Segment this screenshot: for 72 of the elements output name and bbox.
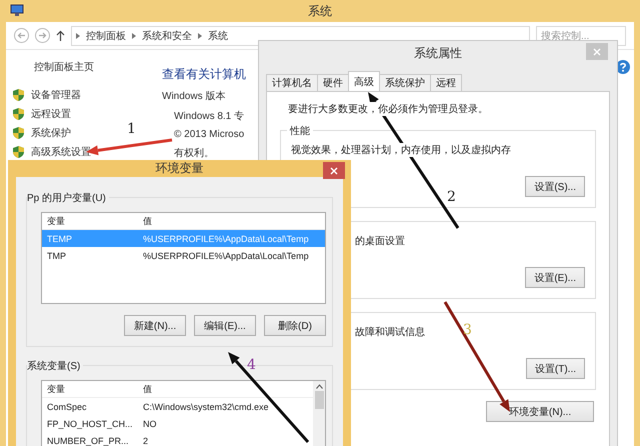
- shield-icon: [12, 107, 25, 121]
- settings-button[interactable]: 设置(T)...: [526, 358, 585, 379]
- list-row[interactable]: TMP %USERPROFILE%\AppData\Local\Temp: [42, 247, 325, 264]
- group-label: Pp 的用户变量(U): [27, 191, 109, 205]
- variable-name: TEMP: [47, 234, 72, 244]
- up-arrow-icon[interactable]: [56, 30, 65, 41]
- settings-button[interactable]: 设置(E)...: [525, 267, 585, 288]
- step-number: 4: [247, 357, 256, 373]
- sidebar-link[interactable]: 设备管理器: [31, 88, 81, 102]
- group-label: 性能: [287, 124, 313, 138]
- variable-value: %USERPROFILE%\AppData\Local\Temp: [143, 234, 309, 244]
- variable-value: C:\Windows\system32\cmd.exe: [143, 402, 269, 412]
- sidebar-link[interactable]: 控制面板主页: [12, 60, 156, 74]
- list-row[interactable]: NUMBER_OF_PR... 2: [42, 432, 313, 446]
- shield-icon: [12, 126, 25, 140]
- chevron-icon: [76, 32, 80, 38]
- close-icon[interactable]: [330, 166, 338, 174]
- chevron-icon: [132, 32, 136, 38]
- column-header[interactable]: 值: [143, 382, 152, 396]
- list-row[interactable]: ComSpec C:\Windows\system32\cmd.exe: [42, 398, 313, 415]
- variable-name: ComSpec: [47, 402, 87, 412]
- scrollbar[interactable]: [313, 381, 325, 446]
- environment-variables-button[interactable]: 环境变量(N)...: [486, 401, 594, 422]
- scroll-thumb[interactable]: [314, 391, 324, 409]
- variable-value: %USERPROFILE%\AppData\Local\Temp: [143, 250, 309, 260]
- action-button[interactable]: 新建(N)...: [124, 315, 186, 336]
- tab[interactable]: 硬件: [317, 74, 349, 92]
- breadcrumb-item[interactable]: 系统和安全: [142, 28, 192, 42]
- column-header[interactable]: 变量: [47, 382, 65, 396]
- breadcrumb-item[interactable]: 控制面板: [86, 28, 126, 42]
- variable-name: TMP: [47, 250, 66, 260]
- breadcrumb-item[interactable]: 系统: [208, 28, 228, 42]
- group-description: 的桌面设置: [355, 234, 405, 248]
- tab[interactable]: 系统保护: [379, 74, 431, 92]
- column-header[interactable]: 值: [143, 214, 152, 228]
- action-button[interactable]: 删除(D): [264, 315, 326, 336]
- info-text: Windows 8.1 专: [174, 110, 244, 123]
- step-number: 3: [463, 322, 472, 338]
- sidebar-link[interactable]: 远程设置: [31, 107, 71, 121]
- section-title: Windows 版本: [162, 90, 226, 103]
- page-heading: 查看有关计算机: [162, 66, 246, 83]
- settings-button[interactable]: 设置(S)...: [525, 176, 585, 197]
- dialog-title: 环境变量: [156, 160, 204, 177]
- variable-name: FP_NO_HOST_CH...: [47, 418, 133, 428]
- computer-icon: [10, 4, 24, 17]
- group-description: 故障和调试信息: [355, 325, 425, 339]
- forward-icon[interactable]: [35, 28, 50, 43]
- variable-value: NO: [143, 418, 156, 428]
- sidebar-link[interactable]: 高级系统设置: [31, 145, 91, 159]
- group-label: 系统变量(S): [27, 359, 84, 373]
- info-text: © 2013 Microso: [174, 129, 244, 140]
- info-text: 有权利。: [174, 146, 214, 160]
- variable-name: NUMBER_OF_PR...: [47, 436, 129, 446]
- window-title: 系统: [308, 2, 332, 20]
- column-header[interactable]: 变量: [47, 214, 65, 228]
- scroll-up-icon[interactable]: [316, 384, 322, 389]
- tab[interactable]: 高级: [348, 71, 380, 92]
- chevron-icon: [198, 32, 202, 38]
- tab[interactable]: 计算机名: [266, 74, 318, 92]
- dialog-title: 系统属性: [414, 44, 462, 62]
- sidebar-link[interactable]: 系统保护: [31, 126, 71, 140]
- close-button[interactable]: [323, 162, 345, 179]
- step-number: 1: [127, 121, 136, 137]
- action-button[interactable]: 编辑(E)...: [194, 315, 256, 336]
- shield-icon: [12, 88, 25, 102]
- variable-value: 2: [143, 436, 148, 446]
- group-description: 视觉效果，处理器计划，内存使用，以及虚拟内存: [291, 143, 511, 157]
- tab[interactable]: 远程: [430, 74, 462, 92]
- step-number: 2: [447, 189, 456, 205]
- back-icon[interactable]: [14, 28, 29, 43]
- list-row[interactable]: FP_NO_HOST_CH... NO: [42, 415, 313, 432]
- shield-icon: [12, 145, 25, 159]
